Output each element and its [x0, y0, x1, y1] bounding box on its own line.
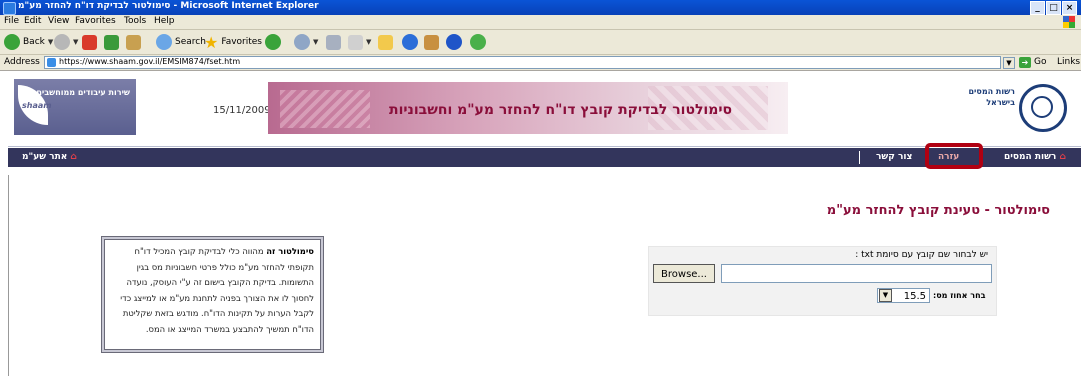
nav-contact[interactable]: צור קשר [876, 152, 912, 162]
links-button[interactable]: Links [1057, 57, 1080, 67]
ie-icon [3, 2, 16, 15]
page-icon [47, 58, 56, 67]
globe-icon [402, 34, 418, 50]
window-controls: _ □ × [1030, 1, 1077, 15]
favorites-label: Favorites [221, 37, 262, 47]
seal-icon [1019, 84, 1067, 132]
forward-arrow-icon [54, 34, 70, 50]
chevron-down-icon: ▼ [313, 38, 319, 46]
history-icon [265, 34, 281, 50]
messenger-icon [470, 34, 486, 50]
menu-help[interactable]: Help [154, 16, 175, 26]
menu-view[interactable]: View [48, 16, 69, 26]
history-button[interactable] [265, 33, 281, 51]
print-icon [326, 34, 341, 50]
file-path-input[interactable] [721, 264, 992, 283]
mail-button[interactable]: ▼ [294, 33, 318, 51]
menu-tools[interactable]: Tools [124, 16, 146, 26]
upload-label: יש לבחור שם קובץ עם סיומת txt : [855, 250, 988, 260]
folder-button[interactable] [378, 33, 393, 51]
toolbar: Back ▼ ▼ Search ★ Favorites ▼ ▼ [0, 30, 1081, 55]
tax-authority-logo: רשות המסים בישראל [957, 80, 1067, 134]
search-label: Search [175, 37, 206, 47]
research-button[interactable] [424, 33, 439, 51]
address-bar: Address https://www.shaam.gov.il/EMSIM87… [0, 55, 1081, 71]
chevron-down-icon: ▼ [366, 38, 372, 46]
search-icon [156, 34, 172, 50]
shaam-logo: shaam שירות עיבודים ממוחשבים [14, 79, 136, 135]
menu-favorites[interactable]: Favorites [75, 16, 116, 26]
chevron-down-icon: ▼ [73, 38, 79, 46]
nav-home[interactable]: ⌂ רשות המסים [1004, 152, 1066, 162]
menu-edit[interactable]: Edit [24, 16, 41, 26]
print-button[interactable] [326, 33, 341, 51]
tax-authority-logo-text: רשות המסים בישראל [968, 87, 1015, 107]
help-highlight [925, 143, 983, 169]
info-bold: סימולטור זה [266, 246, 314, 256]
nav-separator [859, 151, 860, 164]
info-box-content: סימולטור זה מהווה כלי לבדיקת קובץ המכיל … [104, 239, 321, 350]
address-dropdown-button[interactable]: ▼ [1003, 57, 1015, 69]
back-label: Back [23, 37, 45, 47]
address-label: Address [4, 57, 40, 67]
go-arrow-icon[interactable]: ➔ [1019, 57, 1031, 68]
favorites-button[interactable]: ★ Favorites [204, 32, 262, 52]
shaam-logo-caption: shaam [22, 101, 52, 110]
refresh-icon [104, 34, 119, 50]
windows-logo-icon [1063, 16, 1075, 28]
browse-button[interactable]: Browse... [653, 264, 715, 283]
chevron-down-icon: ▼ [47, 38, 54, 46]
back-button[interactable]: Back ▼ [4, 33, 53, 51]
bluetooth-button[interactable] [446, 33, 462, 51]
edit-icon [348, 34, 363, 50]
back-arrow-icon [4, 34, 20, 50]
edit-button[interactable]: ▼ [348, 33, 371, 51]
stop-button[interactable] [82, 33, 97, 51]
research-icon [424, 34, 439, 50]
header-date: 15/11/2009 [213, 105, 271, 116]
menu-bar: File Edit View Favorites Tools Help [0, 15, 1081, 30]
bluetooth-icon [446, 34, 462, 50]
info-box: סימולטור זה מהווה כלי לבדיקת קובץ המכיל … [101, 236, 324, 353]
forward-button[interactable]: ▼ [54, 33, 78, 51]
home-icon [126, 34, 141, 50]
stop-icon [82, 34, 97, 50]
shaam-logo-text: שירות עיבודים ממוחשבים [36, 88, 130, 97]
go-button[interactable]: Go [1034, 57, 1046, 67]
banner-decoration [280, 90, 370, 128]
tax-rate-label: בחר אחוז מס: [933, 291, 986, 300]
search-button[interactable]: Search [156, 33, 206, 51]
messenger-button[interactable] [470, 33, 486, 51]
page-border [8, 175, 9, 376]
close-button[interactable]: × [1062, 1, 1077, 15]
maximize-button[interactable]: □ [1046, 1, 1061, 15]
banner-title: סימולטור לבדיקת קובץ דו"ח להחזר מע"מ וחש… [389, 102, 732, 118]
header-top: shaam שירות עיבודים ממוחשבים 15/11/2009 … [8, 72, 1081, 147]
minimize-button[interactable]: _ [1030, 1, 1045, 15]
site-header: shaam שירות עיבודים ממוחשבים 15/11/2009 … [8, 72, 1081, 172]
nav-bar: ⌂ אתר שע"מ צור קשר עזרה ⌂ רשות המסים [8, 143, 1081, 169]
mail-icon [294, 34, 310, 50]
info-text: מהווה כלי לבדיקת קובץ המכיל דו"ח תקופתי … [120, 246, 314, 334]
nav-shaam-site[interactable]: ⌂ אתר שע"מ [22, 152, 77, 162]
refresh-button[interactable] [104, 33, 119, 51]
window-title: סימולטור לבדיקת דו"ח להחזר מע"מ - Micros… [18, 1, 319, 11]
banner: סימולטור לבדיקת קובץ דו"ח להחזר מע"מ וחש… [268, 82, 788, 134]
upload-panel: יש לבחור שם קובץ עם סיומת txt : Browse..… [648, 246, 997, 316]
chevron-down-icon[interactable]: ▼ [879, 289, 892, 302]
title-bar: סימולטור לבדיקת דו"ח להחזר מע"מ - Micros… [0, 0, 1081, 15]
home-icon: ⌂ [70, 152, 77, 162]
star-icon: ★ [204, 32, 219, 52]
page-title: סימולטור - טעינת קובץ להחזר מע"מ [826, 203, 1050, 218]
folder-icon [378, 34, 393, 50]
address-input[interactable]: https://www.shaam.gov.il/EMSIM874/fset.h… [44, 56, 1001, 69]
address-url: https://www.shaam.gov.il/EMSIM874/fset.h… [59, 57, 241, 66]
home-icon: ⌂ [1059, 152, 1066, 162]
globe-button[interactable] [402, 33, 418, 51]
home-button[interactable] [126, 33, 141, 51]
menu-file[interactable]: File [4, 16, 19, 26]
